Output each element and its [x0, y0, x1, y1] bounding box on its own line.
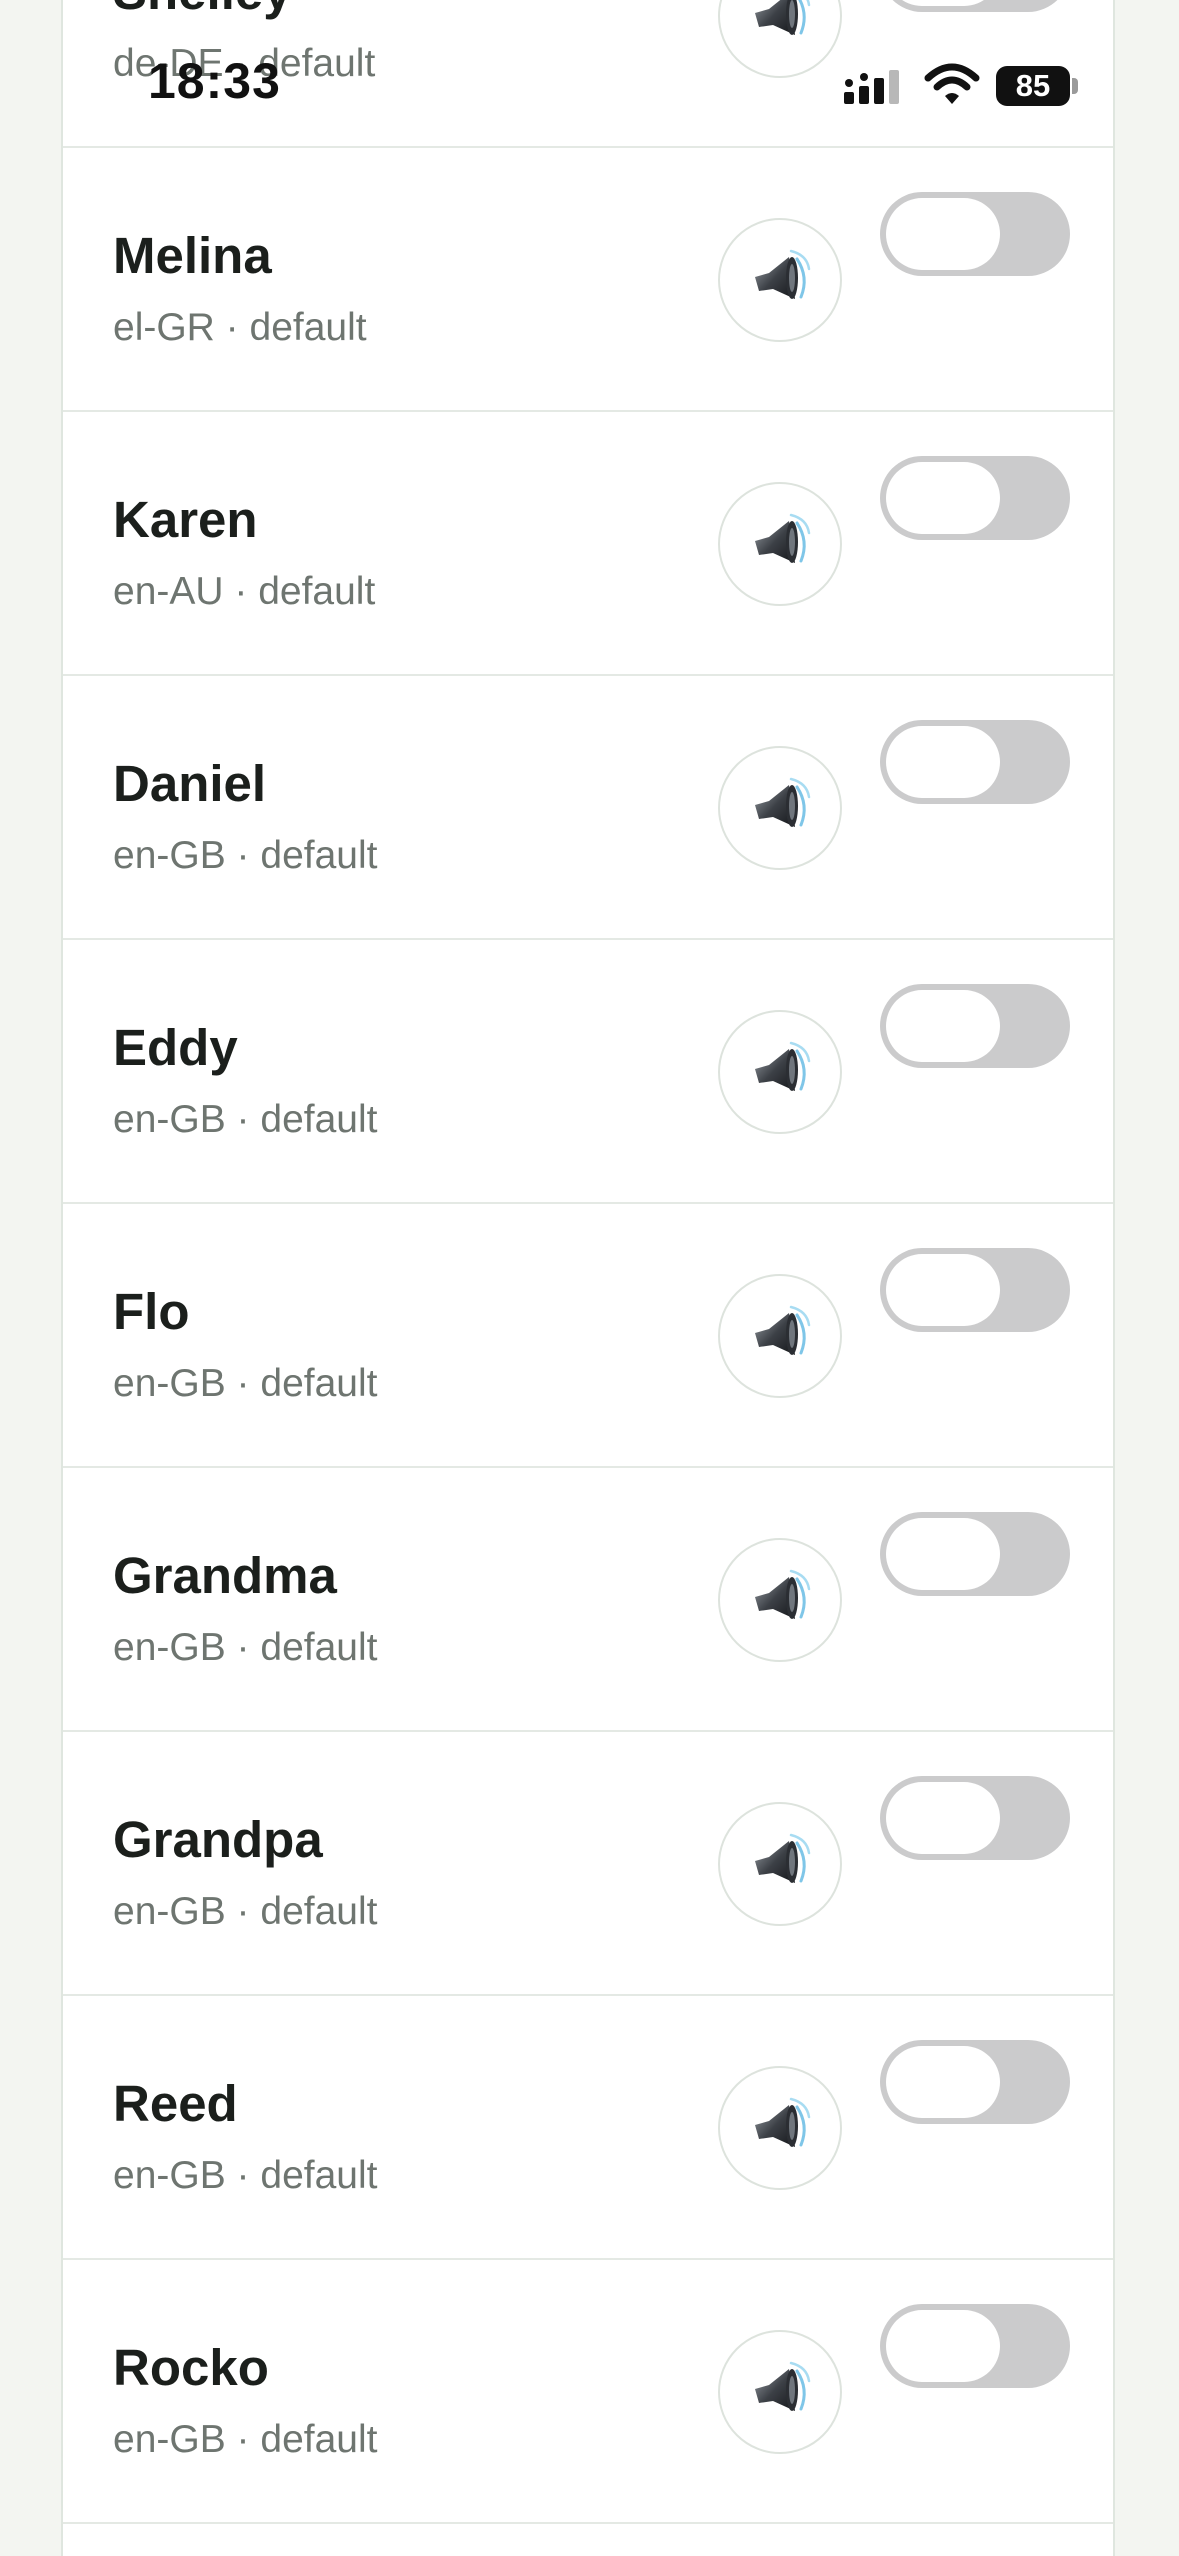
preview-voice-button[interactable] [718, 1538, 842, 1662]
voice-row-flo: Flo en-GB · default [63, 1204, 1113, 1468]
voice-toggle[interactable] [880, 192, 1070, 276]
voice-meta: en-GB · default [113, 1890, 378, 1933]
voice-toggle[interactable] [880, 1512, 1070, 1596]
toggle-knob [886, 462, 1000, 534]
preview-voice-button[interactable] [718, 482, 842, 606]
speaker-icon [755, 1305, 811, 1355]
preview-voice-button[interactable] [718, 1274, 842, 1398]
voice-row-rocko: Rocko en-GB · default [63, 2260, 1113, 2524]
voice-name: Daniel [113, 755, 267, 812]
voice-toggle[interactable] [880, 1248, 1070, 1332]
toggle-knob [886, 726, 1000, 798]
voice-name: Rocko [113, 2339, 269, 2396]
voice-name: Melina [113, 227, 272, 284]
preview-voice-button[interactable] [718, 2330, 842, 2454]
speaker-icon [755, 2361, 811, 2411]
toggle-knob [886, 1782, 1000, 1854]
toggle-knob [886, 1254, 1000, 1326]
voice-meta: el-GR · default [113, 306, 367, 349]
preview-voice-button[interactable] [718, 1802, 842, 1926]
voice-row-grandma: Grandma en-GB · default [63, 1468, 1113, 1732]
battery-indicator: 85 [996, 66, 1070, 106]
speaker-icon [755, 249, 811, 299]
voice-list: Shelley de-DE · default [61, 0, 1115, 2556]
voice-row-eddy: Eddy en-GB · default [63, 940, 1113, 1204]
voice-name: Grandpa [113, 1811, 323, 1868]
voice-name: Shelley [113, 0, 292, 21]
voice-toggle[interactable] [880, 720, 1070, 804]
voice-name: Karen [113, 491, 258, 548]
speaker-icon [755, 2097, 811, 2147]
speaker-icon [755, 513, 811, 563]
voice-toggle[interactable] [880, 2304, 1070, 2388]
voice-row-karen: Karen en-AU · default [63, 412, 1113, 676]
voice-name: Reed [113, 2075, 238, 2132]
voice-meta: en-GB · default [113, 2418, 378, 2461]
speaker-icon [755, 1569, 811, 1619]
speaker-icon [755, 0, 811, 35]
voice-toggle[interactable] [880, 984, 1070, 1068]
voice-name: Grandma [113, 1547, 337, 1604]
voice-meta: en-GB · default [113, 1626, 378, 1669]
preview-voice-button[interactable] [718, 2066, 842, 2190]
preview-voice-button[interactable] [718, 218, 842, 342]
toggle-knob [886, 1518, 1000, 1590]
toggle-knob [886, 990, 1000, 1062]
voice-name: Eddy [113, 1019, 238, 1076]
speaker-icon [755, 1833, 811, 1883]
wifi-icon [924, 63, 980, 104]
voice-meta: en-GB · default [113, 1362, 378, 1405]
status-time: 18:33 [148, 53, 281, 109]
preview-voice-button[interactable] [718, 0, 842, 78]
voice-toggle[interactable] [880, 0, 1070, 12]
voice-toggle[interactable] [880, 1776, 1070, 1860]
voice-toggle[interactable] [880, 456, 1070, 540]
toggle-knob [886, 0, 1000, 6]
speaker-icon [755, 1041, 811, 1091]
toggle-knob [886, 198, 1000, 270]
toggle-knob [886, 2310, 1000, 2382]
status-icons: 85 [842, 62, 1082, 112]
voice-name: Flo [113, 1283, 190, 1340]
voice-meta: en-AU · default [113, 570, 376, 613]
preview-voice-button[interactable] [718, 1010, 842, 1134]
voice-meta: en-GB · default [113, 834, 378, 877]
cellular-signal-icon [844, 70, 899, 104]
voice-toggle[interactable] [880, 2040, 1070, 2124]
voice-meta: en-GB · default [113, 1098, 378, 1141]
voice-meta: en-GB · default [113, 2154, 378, 2197]
speaker-icon [755, 777, 811, 827]
voice-row-grandpa: Grandpa en-GB · default [63, 1732, 1113, 1996]
voice-row-reed: Reed en-GB · default [63, 1996, 1113, 2260]
voice-row-daniel: Daniel en-GB · default [63, 676, 1113, 940]
toggle-knob [886, 2046, 1000, 2118]
battery-cap [1072, 78, 1078, 94]
voice-row-melina: Melina el-GR · default [63, 148, 1113, 412]
preview-voice-button[interactable] [718, 746, 842, 870]
